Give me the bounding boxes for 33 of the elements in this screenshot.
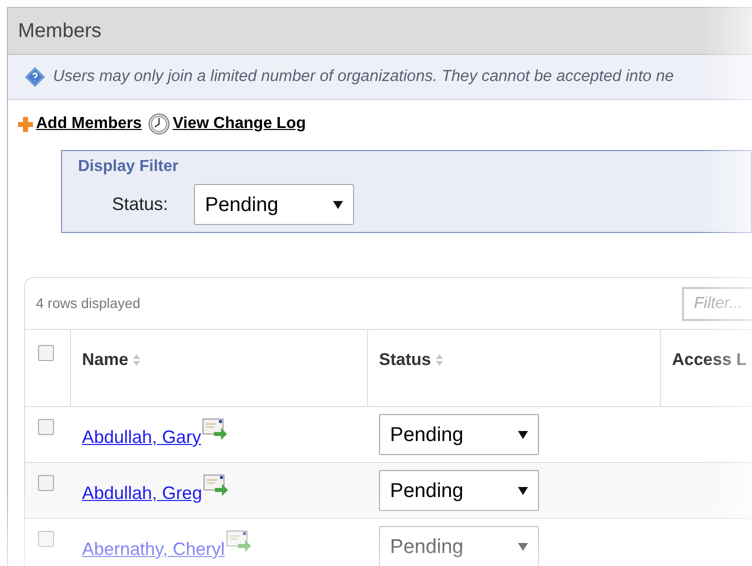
status-dropdown[interactable]: Pending	[379, 470, 539, 511]
filter-title: Display Filter	[78, 157, 180, 177]
dropdown-arrow-icon	[518, 542, 528, 550]
status-dropdown[interactable]: Pending	[194, 184, 354, 225]
plus-icon	[18, 116, 33, 132]
checkbox[interactable]	[38, 531, 54, 547]
panel-title: Members	[18, 19, 102, 44]
envelope-arrow-icon[interactable]	[202, 416, 228, 440]
column-header[interactable]: Access L	[672, 347, 747, 372]
clock-icon	[148, 113, 170, 135]
status-dropdown[interactable]: Pending	[379, 414, 539, 455]
dropdown-arrow-icon	[518, 430, 528, 438]
checkbox[interactable]	[38, 345, 54, 361]
status-label: Status:	[112, 193, 168, 216]
sort-icon[interactable]	[434, 352, 444, 367]
envelope-arrow-icon[interactable]	[226, 528, 252, 552]
row-count: 4 rows displayed	[36, 294, 140, 313]
filter-field[interactable]: Filter...	[682, 286, 752, 320]
add-members-link[interactable]: Add Members	[18, 112, 142, 136]
notice-text: Users may only join a limited number of organizations. They cannot be accepted into ne	[53, 67, 674, 87]
member-name-link[interactable]: Abdullah, Greg	[82, 474, 202, 507]
status-dropdown[interactable]: Pending	[379, 526, 539, 566]
column-header[interactable]: Name	[82, 347, 142, 372]
info-icon	[25, 67, 45, 87]
change-log-link[interactable]: View Change Log	[148, 112, 306, 136]
sort-icon[interactable]	[132, 352, 142, 367]
column-header[interactable]: Status	[379, 347, 444, 372]
checkbox[interactable]	[38, 475, 54, 491]
dropdown-arrow-icon	[518, 486, 528, 494]
envelope-arrow-icon[interactable]	[203, 472, 230, 496]
member-name-link[interactable]: Abdullah, Gary	[82, 418, 202, 451]
checkbox[interactable]	[38, 419, 54, 435]
dropdown-arrow-icon	[333, 200, 344, 208]
